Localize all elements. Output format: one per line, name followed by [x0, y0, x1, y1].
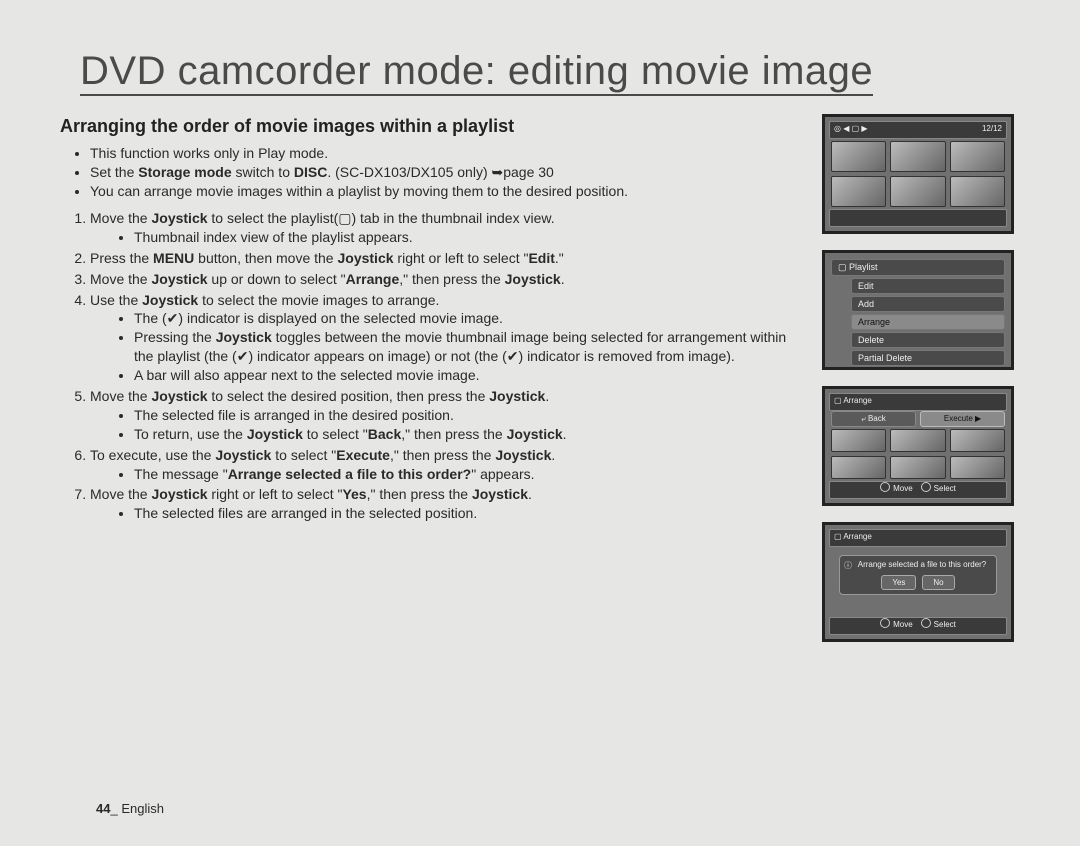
- info-icon: ⓘ: [844, 560, 852, 571]
- screenshot-arrange-grid: ▢ Arrange ⤶ Back Execute ▶ MoveSelect: [822, 386, 1014, 506]
- step-7: Move the Joystick right or left to selec…: [90, 485, 806, 523]
- step-5: Move the Joystick to select the desired …: [90, 387, 806, 444]
- shot3-titlebar: ▢ Arrange: [829, 393, 1007, 411]
- thumb: [890, 429, 945, 452]
- page-footer: 44_ English: [96, 801, 164, 816]
- section-title: Arranging the order of movie images with…: [60, 114, 806, 138]
- playlist-tab-icon: ◎ ◀ ▢ ▶: [834, 122, 868, 138]
- thumb: [890, 141, 945, 172]
- yes-button: Yes: [881, 575, 916, 590]
- intro-item: This function works only in Play mode.: [90, 144, 806, 163]
- step-5-sub: The selected file is arranged in the des…: [134, 406, 806, 425]
- shot1-topbar: ◎ ◀ ▢ ▶ 12/12: [829, 121, 1007, 139]
- thumb: [950, 429, 1005, 452]
- page-lang: English: [121, 801, 164, 816]
- text-column: Arranging the order of movie images with…: [60, 114, 806, 642]
- menu-item-delete: Delete: [851, 332, 1005, 348]
- screenshot-confirm-dialog: ▢ Arrange ⓘ Arrange selected a file to t…: [822, 522, 1014, 642]
- shot1-counter: 12/12: [982, 122, 1002, 138]
- step-7-sub: The selected files are arranged in the s…: [134, 504, 806, 523]
- thumb: [831, 141, 886, 172]
- back-button: ⤶ Back: [831, 411, 916, 427]
- step-3: Move the Joystick up or down to select "…: [90, 270, 806, 289]
- step-2: Press the MENU button, then move the Joy…: [90, 249, 806, 268]
- page-number: 44: [96, 801, 110, 816]
- shot3-footer: MoveSelect: [829, 481, 1007, 499]
- step-5-sub: To return, use the Joystick to select "B…: [134, 425, 806, 444]
- thumb: [950, 456, 1005, 479]
- steps-list: Move the Joystick to select the playlist…: [60, 209, 806, 523]
- menu-item-arrange: Arrange: [851, 314, 1005, 330]
- dialog-message: Arrange selected a file to this order?: [844, 560, 992, 569]
- screenshot-thumbnail-grid: ◎ ◀ ▢ ▶ 12/12: [822, 114, 1014, 234]
- step-4-sub: A bar will also appear next to the selec…: [134, 366, 806, 385]
- step-4-sub: Pressing the Joystick toggles between th…: [134, 328, 806, 366]
- thumb: [950, 141, 1005, 172]
- thumb: [890, 176, 945, 207]
- page-title: DVD camcorder mode: editing movie image: [80, 50, 873, 96]
- shot4-footer: MoveSelect: [829, 617, 1007, 635]
- step-6-sub: The message "Arrange selected a file to …: [134, 465, 806, 484]
- thumb: [950, 176, 1005, 207]
- step-1-sub: Thumbnail index view of the playlist app…: [134, 228, 806, 247]
- step-1: Move the Joystick to select the playlist…: [90, 209, 806, 247]
- content-columns: Arranging the order of movie images with…: [60, 114, 1020, 642]
- screenshots-column: ◎ ◀ ▢ ▶ 12/12 ▢ Playlist Edit: [822, 114, 1020, 642]
- execute-button: Execute ▶: [920, 411, 1005, 427]
- page-title-wrap: DVD camcorder mode: editing movie image: [80, 50, 1000, 96]
- shot1-bottombar: [829, 209, 1007, 227]
- step-6: To execute, use the Joystick to select "…: [90, 446, 806, 484]
- thumb: [831, 429, 886, 452]
- shot1-grid: [831, 141, 1005, 207]
- thumb: [890, 456, 945, 479]
- manual-page: DVD camcorder mode: editing movie image …: [0, 0, 1080, 846]
- intro-item: Set the Storage mode switch to DISC. (SC…: [90, 163, 806, 182]
- confirm-dialog: ⓘ Arrange selected a file to this order?…: [839, 555, 997, 595]
- thumb: [831, 176, 886, 207]
- shot4-titlebar: ▢ Arrange: [829, 529, 1007, 547]
- menu-footer: Move Select: [831, 368, 1005, 370]
- shot3-grid: [831, 429, 1005, 479]
- menu-item-partial-delete: Partial Delete: [851, 350, 1005, 366]
- step-4: Use the Joystick to select the movie ima…: [90, 291, 806, 385]
- thumb: [831, 456, 886, 479]
- menu-sub: Edit: [851, 278, 1005, 294]
- step-4-sub: The (✔) indicator is displayed on the se…: [134, 309, 806, 328]
- intro-item: You can arrange movie images within a pl…: [90, 182, 806, 201]
- menu-title: ▢ Playlist: [831, 259, 1005, 276]
- menu-item-add: Add: [851, 296, 1005, 312]
- intro-list: This function works only in Play mode. S…: [60, 144, 806, 201]
- no-button: No: [922, 575, 954, 590]
- screenshot-edit-menu: ▢ Playlist Edit Add Arrange Delete Parti…: [822, 250, 1014, 370]
